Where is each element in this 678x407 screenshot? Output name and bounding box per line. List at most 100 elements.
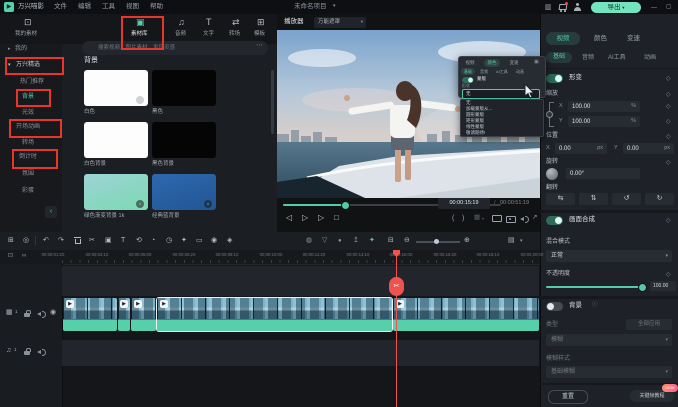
ruler-link-icon[interactable]: ∞ (22, 253, 26, 259)
text-tool-icon[interactable]: T (121, 237, 125, 244)
layout-icon[interactable]: ▥ (545, 4, 552, 11)
media-panel-icon[interactable]: ⊞ (8, 237, 14, 244)
render-icon[interactable]: ◍ (306, 237, 312, 244)
sidebar-group-featured[interactable]: 万兴精选 (16, 62, 40, 68)
opacity-field[interactable]: 100.00 (650, 281, 676, 291)
keyframe-icon[interactable]: ◇ (666, 271, 671, 278)
background-toggle[interactable] (546, 302, 563, 311)
step-back-button[interactable]: ◁ (286, 214, 292, 222)
apply-all-button[interactable]: 全部应用 (626, 319, 672, 330)
video-clip-selected[interactable] (157, 298, 392, 331)
eye-icon[interactable]: ◉ (50, 309, 56, 316)
sidebar-item-ambience[interactable]: 氛围 (22, 171, 34, 177)
mask-option-circle[interactable]: 圆形蒙版 (466, 113, 484, 118)
tab-stock-media[interactable]: 素材库 (131, 32, 148, 38)
tab-my-media[interactable]: 我的素材 (15, 32, 37, 38)
player-tab[interactable]: 播放器 (284, 19, 304, 26)
pos-y-field[interactable]: 0.00 px (623, 143, 674, 154)
mute-icon[interactable] (520, 215, 528, 223)
export-button[interactable]: 导出 ▾ (591, 2, 641, 13)
menu-edit[interactable]: 编辑 (78, 4, 91, 11)
tab-template[interactable]: 模板 (254, 32, 265, 38)
inspector-tab-speed[interactable]: 变速 (627, 36, 640, 43)
library-scrollbar[interactable] (271, 70, 274, 134)
undo-icon[interactable]: ↶ (43, 237, 49, 244)
record-icon[interactable]: ◔ (151, 237, 155, 244)
rotate-cw-button[interactable]: ↻ (645, 193, 674, 205)
split-icon[interactable]: ✂ (89, 237, 95, 244)
library-more-button[interactable]: ⋯ (256, 42, 263, 49)
menu-file[interactable]: 文件 (54, 4, 67, 11)
mask-option-load[interactable]: 加载蒙版从... (466, 107, 492, 112)
shield-icon[interactable]: ▽ (322, 237, 327, 244)
rotate-knob[interactable] (546, 168, 558, 180)
player-mode-select[interactable]: 万能遮罩 ▾ (314, 17, 366, 28)
keyframe-icon[interactable]: ◇ (666, 133, 671, 140)
tab-audio[interactable]: 音频 (175, 32, 186, 38)
bg-type-select[interactable]: 模糊 ▾ (546, 334, 672, 346)
reset-button[interactable]: 重置 (548, 390, 588, 404)
sidebar-item-light[interactable]: 光效 (22, 110, 34, 116)
popup-subtab-audio[interactable]: 音频 (480, 70, 488, 74)
rotate-ccw-button[interactable]: ↺ (612, 193, 641, 205)
scale-y-field[interactable]: 100.00 % (568, 116, 640, 127)
detach-button[interactable]: ↗ (532, 215, 537, 222)
fullscreen-icon[interactable] (492, 215, 501, 223)
popup-tab-speed[interactable]: 变速 (506, 59, 522, 67)
inspector-subtab-basic[interactable]: 基础 (546, 52, 572, 63)
inspector-subtab-audio[interactable]: 音频 (582, 55, 594, 61)
keyframe-icon[interactable]: ◇ (666, 75, 671, 82)
zoom-out-icon[interactable]: ⊖ (404, 237, 410, 244)
inspector-tab-video[interactable]: 视频 (546, 32, 580, 45)
bg-style-select[interactable]: 基础模糊 ▾ (546, 366, 672, 378)
user-icon[interactable] (574, 3, 582, 11)
card-black[interactable] (152, 70, 216, 106)
opacity-slider[interactable] (546, 286, 642, 288)
popup-subtab-anim[interactable]: 动画 (516, 70, 524, 74)
marker-icon[interactable]: ◈ (227, 237, 232, 244)
upload-icon[interactable]: ↥ (353, 237, 359, 244)
sidebar-item-transition[interactable]: 转场 (22, 140, 34, 146)
sidebar-item-hot[interactable]: 热门推荐 (20, 79, 44, 85)
link-scale-icon[interactable] (546, 102, 555, 126)
sidebar-item-countdown[interactable]: 倒计时 (19, 154, 37, 160)
keyframe-icon[interactable]: ◇ (666, 217, 671, 224)
blend-mode-select[interactable]: 正常 ▾ (546, 250, 672, 262)
quality-button[interactable]: ▦ (474, 215, 480, 222)
playhead-split-button[interactable]: ✂ (389, 277, 404, 296)
lock-track-icon[interactable] (24, 348, 31, 355)
speed-icon[interactable]: ⟲ (136, 237, 142, 244)
mute-track-icon[interactable] (37, 348, 45, 356)
cart-icon[interactable] (559, 3, 568, 11)
flip-horizontal-button[interactable]: ⇆ (546, 193, 575, 205)
tab-transition[interactable]: 转场 (229, 32, 240, 38)
menu-tools[interactable]: 工具 (102, 4, 115, 11)
sidebar-item-intro[interactable]: 开场动画 (16, 124, 40, 130)
composite-toggle[interactable] (546, 216, 563, 225)
popup-tab-color[interactable]: 颜色 (484, 59, 500, 67)
card-black-bg[interactable] (152, 122, 216, 158)
rotate-field[interactable]: 0.00° (566, 168, 640, 179)
restore-button[interactable]: ▢ (666, 4, 672, 10)
color-drop-icon[interactable]: ● (338, 238, 342, 244)
popup-subtab-basic[interactable]: 基础 (461, 68, 475, 75)
search-input[interactable] (82, 41, 268, 55)
transform-toggle[interactable] (546, 74, 563, 83)
ruler-media-icon[interactable]: ⊡ (8, 253, 13, 259)
snap-icon[interactable]: ◎ (23, 237, 29, 244)
sidebar-collapse-button[interactable]: ‹ (45, 206, 57, 218)
play-button[interactable]: ▷ (302, 214, 308, 222)
menu-help[interactable]: 帮助 (150, 4, 163, 11)
crop-icon[interactable]: ▣ (105, 237, 112, 244)
playhead-line[interactable] (396, 250, 397, 407)
redo-icon[interactable]: ↷ (58, 237, 64, 244)
minimize-button[interactable]: — (651, 5, 657, 11)
mark-out-button[interactable]: ) (462, 215, 464, 222)
popup-tab-video[interactable]: 视频 (462, 59, 478, 67)
video-clip[interactable] (393, 298, 539, 331)
screen-icon[interactable]: ▭ (196, 237, 203, 244)
inspector-subtab-ai[interactable]: AI工具 (608, 55, 626, 61)
track-manage-icon[interactable]: ▤ (508, 237, 515, 244)
project-title[interactable]: 未命名项目 (294, 4, 327, 11)
seek-handle[interactable] (341, 201, 350, 210)
